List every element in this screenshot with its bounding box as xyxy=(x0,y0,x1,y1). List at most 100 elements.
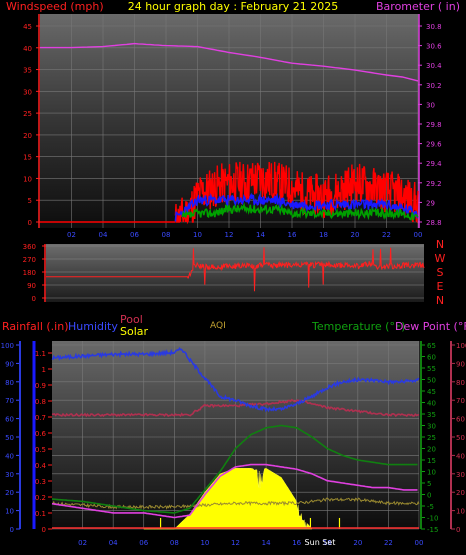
barometer-tick-label: 30.4 xyxy=(426,62,442,70)
combined-x-tick-label: 06 xyxy=(139,539,148,547)
wind-x-tick-label: 20 xyxy=(351,231,360,239)
barometer-tick-label: 29.2 xyxy=(426,180,442,188)
wind-x-tick-label: 10 xyxy=(193,231,202,239)
temperature-tick-label: -5 xyxy=(427,503,434,511)
wind-x-tick-label: 04 xyxy=(99,231,108,239)
rainfall-tick-label: 0.2 xyxy=(35,494,46,502)
direction-tick-label: 180 xyxy=(23,269,36,277)
wind-tick-label: 30 xyxy=(23,88,32,96)
humidity-legend: Humidity xyxy=(68,320,118,333)
wind-x-tick-label: 06 xyxy=(130,231,139,239)
humidity-tick-label: 100 xyxy=(1,342,14,350)
rainfall-tick-label: 0.6 xyxy=(35,430,47,438)
combined-x-tick-label: 08 xyxy=(170,539,179,547)
wind-tick-label: 20 xyxy=(23,132,32,140)
combined-x-tick-label: 20 xyxy=(353,539,362,547)
humidity-tick-label: 30 xyxy=(5,471,14,479)
temperature-tick-label: 15 xyxy=(427,457,436,465)
graph-title: 24 hour graph day : February 21 2025 xyxy=(128,0,339,13)
rainfall-legend: Rainfall (.in) xyxy=(2,320,69,333)
combined-x-tick-label: 16 xyxy=(292,539,301,547)
wind-tick-label: 10 xyxy=(23,175,32,183)
rainfall-tick-label: 0.9 xyxy=(35,382,46,390)
pool-tick-label: 0 xyxy=(456,526,460,534)
combined-x-tick-label: 04 xyxy=(109,539,118,547)
pool-tick-label: 80 xyxy=(456,379,465,387)
temperature-tick-label: 65 xyxy=(427,342,436,350)
barometer-tick-label: 30.2 xyxy=(426,82,442,90)
wind-x-tick-label: 18 xyxy=(319,231,328,239)
compass-label: S xyxy=(437,266,444,279)
direction-panel-background xyxy=(46,244,424,302)
temperature-tick-label: 10 xyxy=(427,469,436,477)
barometer-tick-label: 29.8 xyxy=(426,121,442,129)
pool-tick-label: 50 xyxy=(456,434,465,442)
pool-tick-label: 70 xyxy=(456,397,465,405)
rainfall-tick-label: 0.8 xyxy=(35,398,46,406)
pool-tick-label: 20 xyxy=(456,489,465,497)
solar-legend: Solar xyxy=(120,325,149,338)
wind-tick-label: 40 xyxy=(23,45,32,53)
direction-tick-label: 270 xyxy=(23,256,36,264)
wind-x-tick-label: 16 xyxy=(288,231,297,239)
direction-tick-label: 0 xyxy=(32,295,36,303)
barometer-axis-title: Barometer ( in) xyxy=(376,0,460,13)
temperature-tick-label: 50 xyxy=(427,377,436,385)
direction-tick-label: 360 xyxy=(23,243,36,251)
pool-tick-label: 40 xyxy=(456,452,465,460)
compass-label: W xyxy=(435,252,446,265)
temperature-tick-label: 5 xyxy=(427,480,431,488)
wind-x-tick-label: 12 xyxy=(225,231,234,239)
rainfall-tick-label: 1.1 xyxy=(35,350,46,358)
combined-x-tick-label: 14 xyxy=(262,539,271,547)
weather-graph-canvas: Windspeed (mph) 24 hour graph day : Febr… xyxy=(1,0,466,547)
wind-x-tick-label: 22 xyxy=(382,231,391,239)
rainfall-tick-label: 0.5 xyxy=(35,446,46,454)
wind-tick-label: 0 xyxy=(28,219,32,227)
wind-x-tick-label: 14 xyxy=(256,231,265,239)
rainfall-tick-label: 0.7 xyxy=(35,414,46,422)
combined-x-tick-label: 00 xyxy=(415,539,424,547)
barometer-tick-label: 28.8 xyxy=(426,219,442,227)
temperature-tick-label: 40 xyxy=(427,400,436,408)
pool-tick-label: 100 xyxy=(456,342,466,350)
pool-tick-label: 60 xyxy=(456,416,465,424)
direction-tick-label: 90 xyxy=(27,282,36,290)
combined-x-tick-label: 02 xyxy=(78,539,87,547)
humidity-tick-label: 10 xyxy=(5,508,14,516)
compass-label: N xyxy=(436,238,444,251)
temperature-tick-label: 0 xyxy=(427,492,431,500)
barometer-tick-label: 29 xyxy=(426,199,435,207)
temperature-tick-label: 60 xyxy=(427,354,436,362)
temperature-tick-label: 35 xyxy=(427,411,436,419)
temperature-tick-label: 45 xyxy=(427,388,436,396)
temperature-tick-label: 30 xyxy=(427,423,436,431)
rainfall-tick-label: 0.4 xyxy=(35,462,47,470)
barometer-tick-label: 30.6 xyxy=(426,43,442,51)
sun-set-label: Sun Set xyxy=(305,538,336,547)
humidity-tick-label: 90 xyxy=(5,360,14,368)
barometer-tick-label: 29.4 xyxy=(426,160,442,168)
combined-x-tick-label: 22 xyxy=(384,539,393,547)
pool-tick-label: 30 xyxy=(456,471,465,479)
combined-x-tick-label: 10 xyxy=(200,539,209,547)
humidity-tick-label: 80 xyxy=(5,379,14,387)
aqi-legend: AQI xyxy=(210,321,226,331)
wind-tick-label: 15 xyxy=(23,154,32,162)
wind-x-tick-label: 02 xyxy=(67,231,76,239)
humidity-tick-label: 50 xyxy=(5,434,14,442)
temperature-tick-label: 25 xyxy=(427,434,436,442)
barometer-tick-label: 30 xyxy=(426,101,435,109)
pool-tick-label: 90 xyxy=(456,360,465,368)
temperature-legend: Temperature (°F) xyxy=(311,320,406,333)
rainfall-tick-label: 1 xyxy=(42,366,46,374)
dew-point-legend: Dew Point (°F) xyxy=(395,320,466,333)
windspeed-axis-title: Windspeed (mph) xyxy=(6,0,104,13)
rainfall-tick-label: 0.1 xyxy=(35,510,46,518)
temperature-tick-label: -10 xyxy=(427,515,438,523)
pool-tick-label: 10 xyxy=(456,508,465,516)
temperature-tick-label: 20 xyxy=(427,446,436,454)
humidity-tick-label: 0 xyxy=(10,526,14,534)
temperature-tick-label: -15 xyxy=(427,526,438,534)
humidity-tick-label: 20 xyxy=(5,489,14,497)
